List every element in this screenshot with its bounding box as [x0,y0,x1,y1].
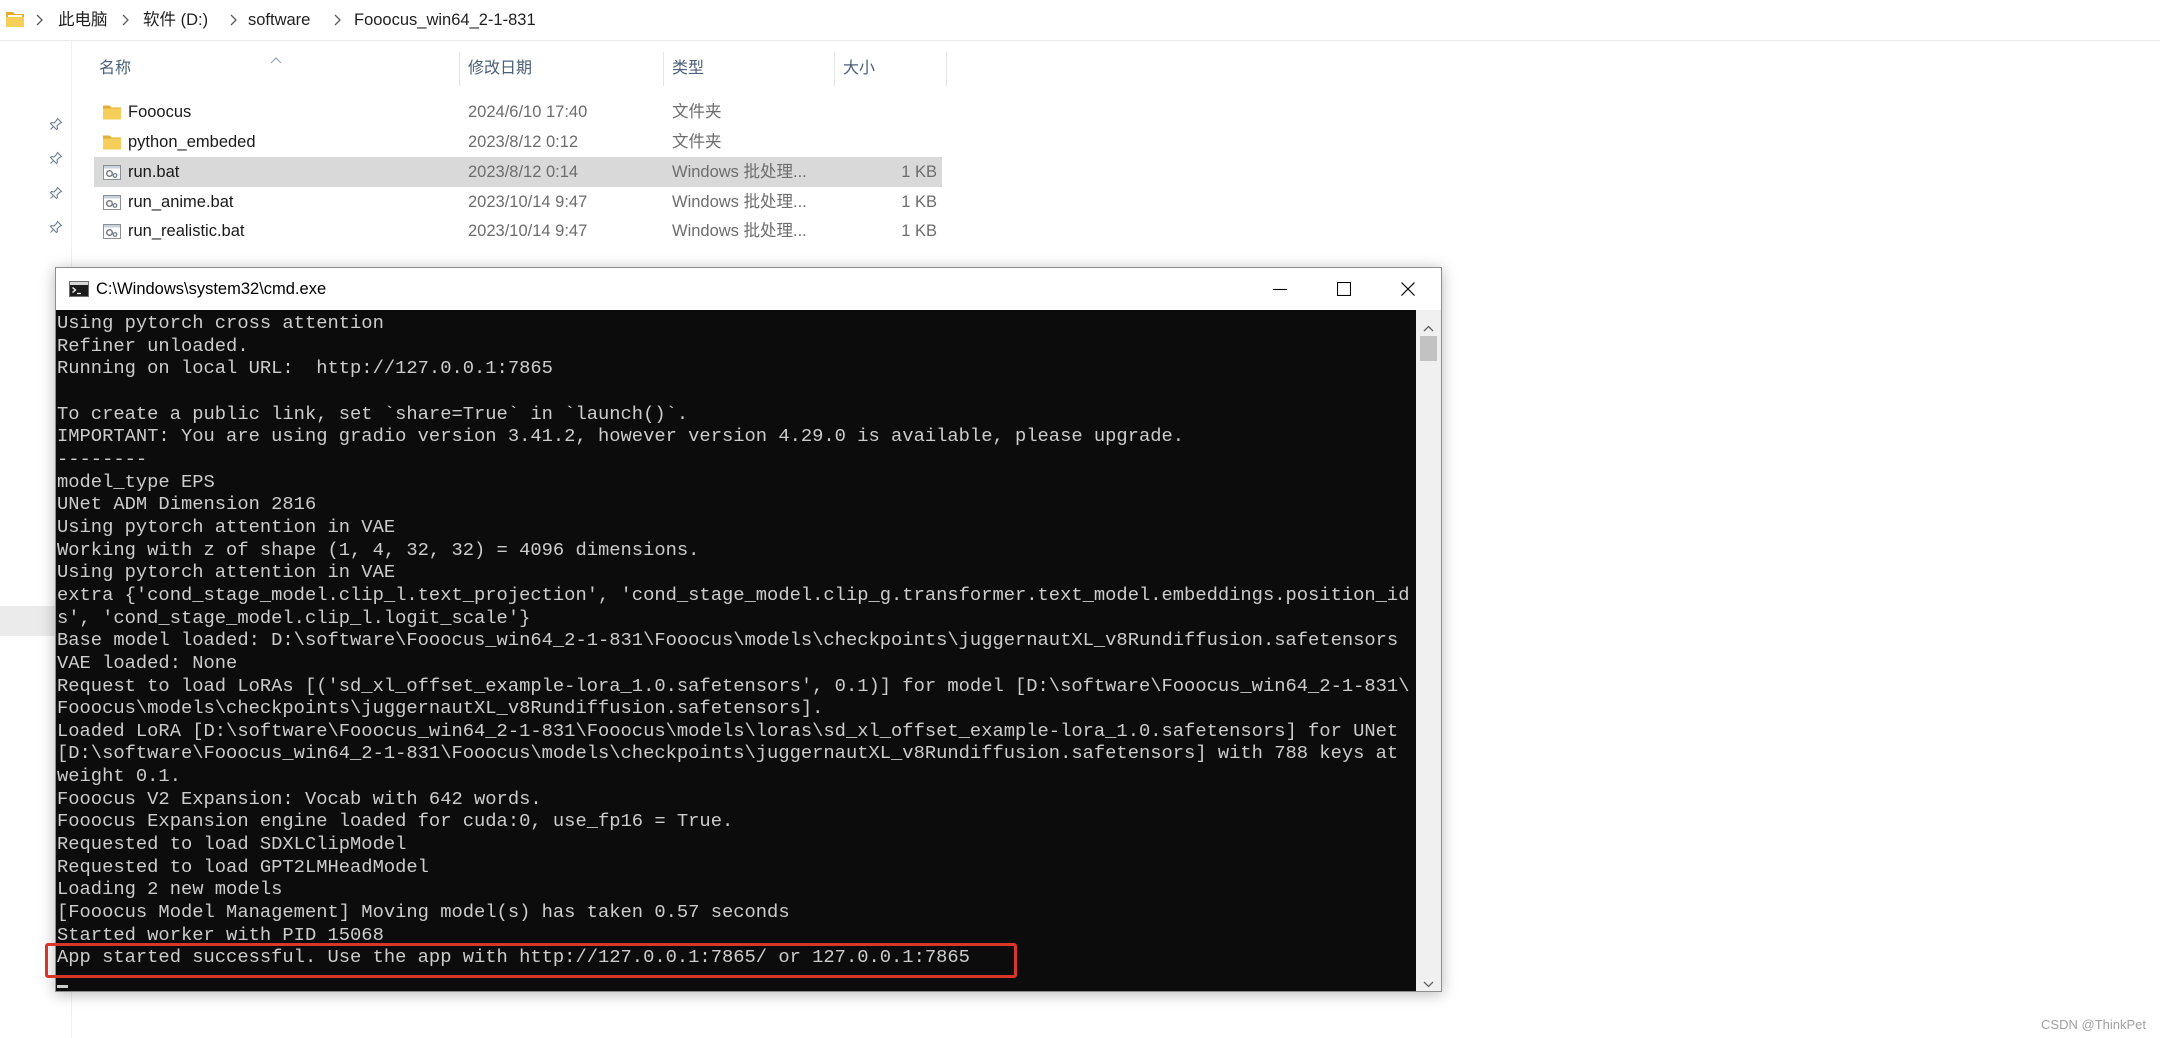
breadcrumb-software[interactable]: software [248,9,310,31]
file-type: 文件夹 [672,103,722,121]
file-modified-date: 2023/10/14 9:47 [468,222,588,240]
batch-file-icon [102,194,122,211]
navigation-item[interactable] [0,606,60,636]
pin-icon[interactable] [49,151,63,165]
maximize-button[interactable] [1312,268,1375,310]
scroll-down-arrow-icon[interactable] [1423,975,1434,988]
file-name: run.bat [128,163,180,181]
column-header-name[interactable]: 名称 [99,58,131,80]
folder-icon [5,9,25,29]
console-line: Requested to load SDXLClipModel [57,833,407,856]
console-output[interactable]: Using pytorch cross attention Refiner unl… [56,310,1416,991]
batch-file-icon [102,164,122,181]
scroll-up-arrow-icon[interactable] [1423,319,1434,332]
file-type: Windows 批处理... [672,163,807,181]
console-line: s', 'cond_stage_model.clip_l.logit_scale… [57,606,531,629]
console-line: Request to load LoRAs [('sd_xl_offset_ex… [57,674,1410,697]
console-line: -------- [57,447,148,470]
file-modified-date: 2024/6/10 17:40 [468,103,588,121]
maximize-icon [1336,282,1351,296]
minimize-icon [1272,288,1287,291]
chevron-right-icon[interactable] [332,13,342,27]
column-header-date[interactable]: 修改日期 [468,58,532,80]
console-line: Using pytorch attention in VAE [57,515,396,538]
console-line: Working with z of shape (1, 4, 32, 32) =… [57,538,700,561]
minimize-button[interactable] [1248,268,1311,310]
file-modified-date: 2023/8/12 0:12 [468,133,579,151]
chevron-up-icon [270,51,282,64]
console-line: To create a public link, set `share=True… [57,402,689,425]
breadcrumb-current-folder[interactable]: Fooocus_win64_2-1-831 [354,9,536,31]
column-divider[interactable] [834,52,835,86]
console-line: weight 0.1. [57,765,181,788]
console-line: [Fooocus Model Management] Moving model(… [57,901,790,924]
file-row[interactable]: run.bat 2023/8/12 0:14 Windows 批处理... 1 … [94,157,942,187]
window-title: C:\Windows\system32\cmd.exe [96,280,327,298]
close-icon [1400,282,1415,296]
pin-icon[interactable] [49,117,63,131]
file-size: 1 KB [901,193,937,211]
file-type: Windows 批处理... [672,193,807,211]
column-header-type[interactable]: 类型 [672,58,704,80]
column-divider[interactable] [459,52,460,86]
chevron-right-icon[interactable] [120,13,130,27]
console-line: Running on local URL: http://127.0.0.1:7… [57,357,553,380]
chevron-right-icon[interactable] [34,13,44,27]
pin-icon[interactable] [49,220,63,234]
chevron-right-icon[interactable] [228,13,238,27]
console-line: Fooocus Expansion engine loaded for cuda… [57,810,734,833]
cmd-window[interactable]: C:\Windows\system32\cmd.exe Using pytorc… [55,267,1442,992]
console-line: Fooocus V2 Expansion: Vocab with 642 wor… [57,787,542,810]
file-type: 文件夹 [672,133,722,151]
folder-icon [102,134,122,151]
close-button[interactable] [1376,268,1439,310]
file-row[interactable]: python_embeded 2023/8/12 0:12 文件夹 [94,127,942,157]
file-modified-date: 2023/10/14 9:47 [468,193,588,211]
file-modified-date: 2023/8/12 0:14 [468,163,579,181]
batch-file-icon [102,223,122,240]
highlight-box [45,943,1017,978]
file-name: python_embeded [128,133,256,151]
address-bar[interactable]: 此电脑 软件 (D:) software Fooocus_win64_2-1-8… [0,0,2160,41]
cmd-icon [69,281,89,297]
cmd-title-bar[interactable]: C:\Windows\system32\cmd.exe [56,268,1441,310]
vertical-scrollbar[interactable] [1416,310,1441,991]
console-line: Using pytorch cross attention [57,312,384,334]
console-line: Loaded LoRA [D:\software\Fooocus_win64_2… [57,719,1399,742]
file-name: run_realistic.bat [128,222,245,240]
folder-icon [102,104,122,121]
console-line: Refiner unloaded. [57,334,249,357]
pin-icon[interactable] [49,186,63,200]
file-size: 1 KB [901,222,937,240]
column-divider[interactable] [663,52,664,86]
console-line: Fooocus\models\checkpoints\juggernautXL_… [57,697,824,720]
file-row[interactable]: Fooocus 2024/6/10 17:40 文件夹 [94,97,942,127]
console-line: extra {'cond_stage_model.clip_l.text_pro… [57,583,1410,606]
console-line: Requested to load GPT2LMHeadModel [57,855,429,878]
file-type: Windows 批处理... [672,222,807,240]
file-size: 1 KB [901,163,937,181]
console-line: UNet ADM Dimension 2816 [57,493,317,516]
file-name: Fooocus [128,103,192,121]
console-line: Using pytorch attention in VAE [57,561,396,584]
console-line: Loading 2 new models [57,878,283,901]
breadcrumb-drive[interactable]: 软件 (D:) [143,9,208,31]
scrollbar-thumb[interactable] [1420,336,1437,361]
text-cursor [57,985,68,989]
console-line: model_type EPS [57,470,215,493]
column-header-size[interactable]: 大小 [843,58,875,80]
console-line: Base model loaded: D:\software\Fooocus_w… [57,629,1399,652]
file-name: run_anime.bat [128,193,234,211]
console-line: IMPORTANT: You are using gradio version … [57,425,1185,448]
console-line: VAE loaded: None [57,651,238,674]
file-row[interactable]: run_realistic.bat 2023/10/14 9:47 Window… [94,216,942,246]
console-line: [D:\software\Fooocus_win64_2-1-831\Foooc… [57,742,1399,765]
column-divider[interactable] [946,52,947,86]
breadcrumb-this-pc[interactable]: 此电脑 [58,9,108,31]
watermark: CSDN @ThinkPet [2041,1017,2146,1032]
file-row[interactable]: run_anime.bat 2023/10/14 9:47 Windows 批处… [94,187,942,217]
